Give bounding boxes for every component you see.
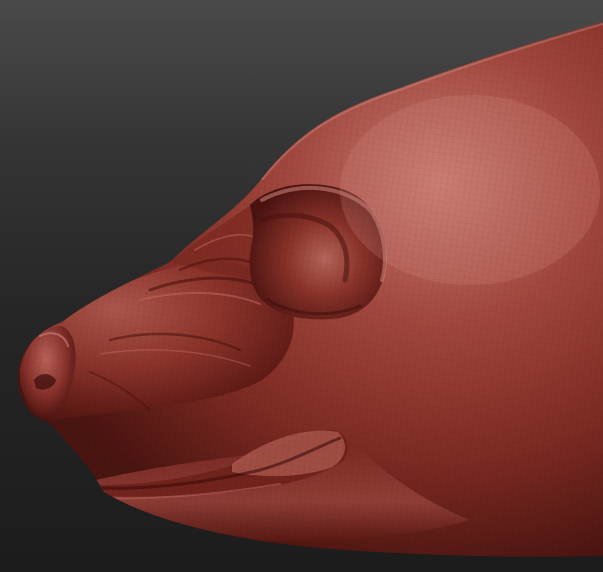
sculpt-canvas[interactable] (0, 0, 603, 572)
wireframe-overlay (17, 22, 603, 557)
sculpt-viewport[interactable] (0, 0, 603, 572)
